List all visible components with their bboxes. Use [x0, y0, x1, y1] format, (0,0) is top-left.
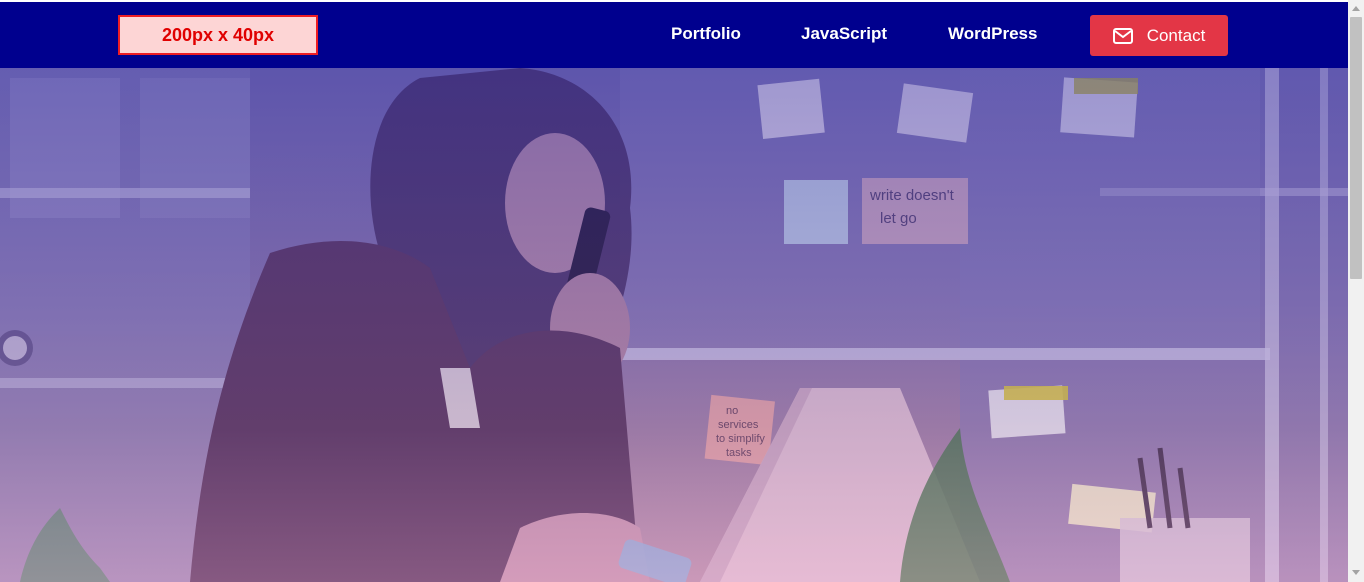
- navbar: 200px x 40px Portfolio JavaScript WordPr…: [0, 2, 1348, 68]
- hero-color-overlay: [0, 68, 1348, 582]
- nav-link-portfolio[interactable]: Portfolio: [671, 24, 741, 44]
- nav-link-wordpress[interactable]: WordPress: [948, 24, 1037, 44]
- contact-button[interactable]: Contact: [1090, 15, 1228, 56]
- scroll-up-icon[interactable]: [1352, 6, 1360, 11]
- contact-button-label: Contact: [1146, 25, 1206, 45]
- vertical-scrollbar[interactable]: [1348, 0, 1364, 582]
- envelope-icon: [1112, 27, 1133, 44]
- scrollbar-thumb[interactable]: [1350, 17, 1362, 279]
- logo-placeholder[interactable]: 200px x 40px: [118, 15, 318, 55]
- nav-link-javascript[interactable]: JavaScript: [801, 24, 887, 44]
- hero-section: write doesn't let go no services to simp…: [0, 68, 1348, 582]
- scroll-down-icon[interactable]: [1352, 570, 1360, 575]
